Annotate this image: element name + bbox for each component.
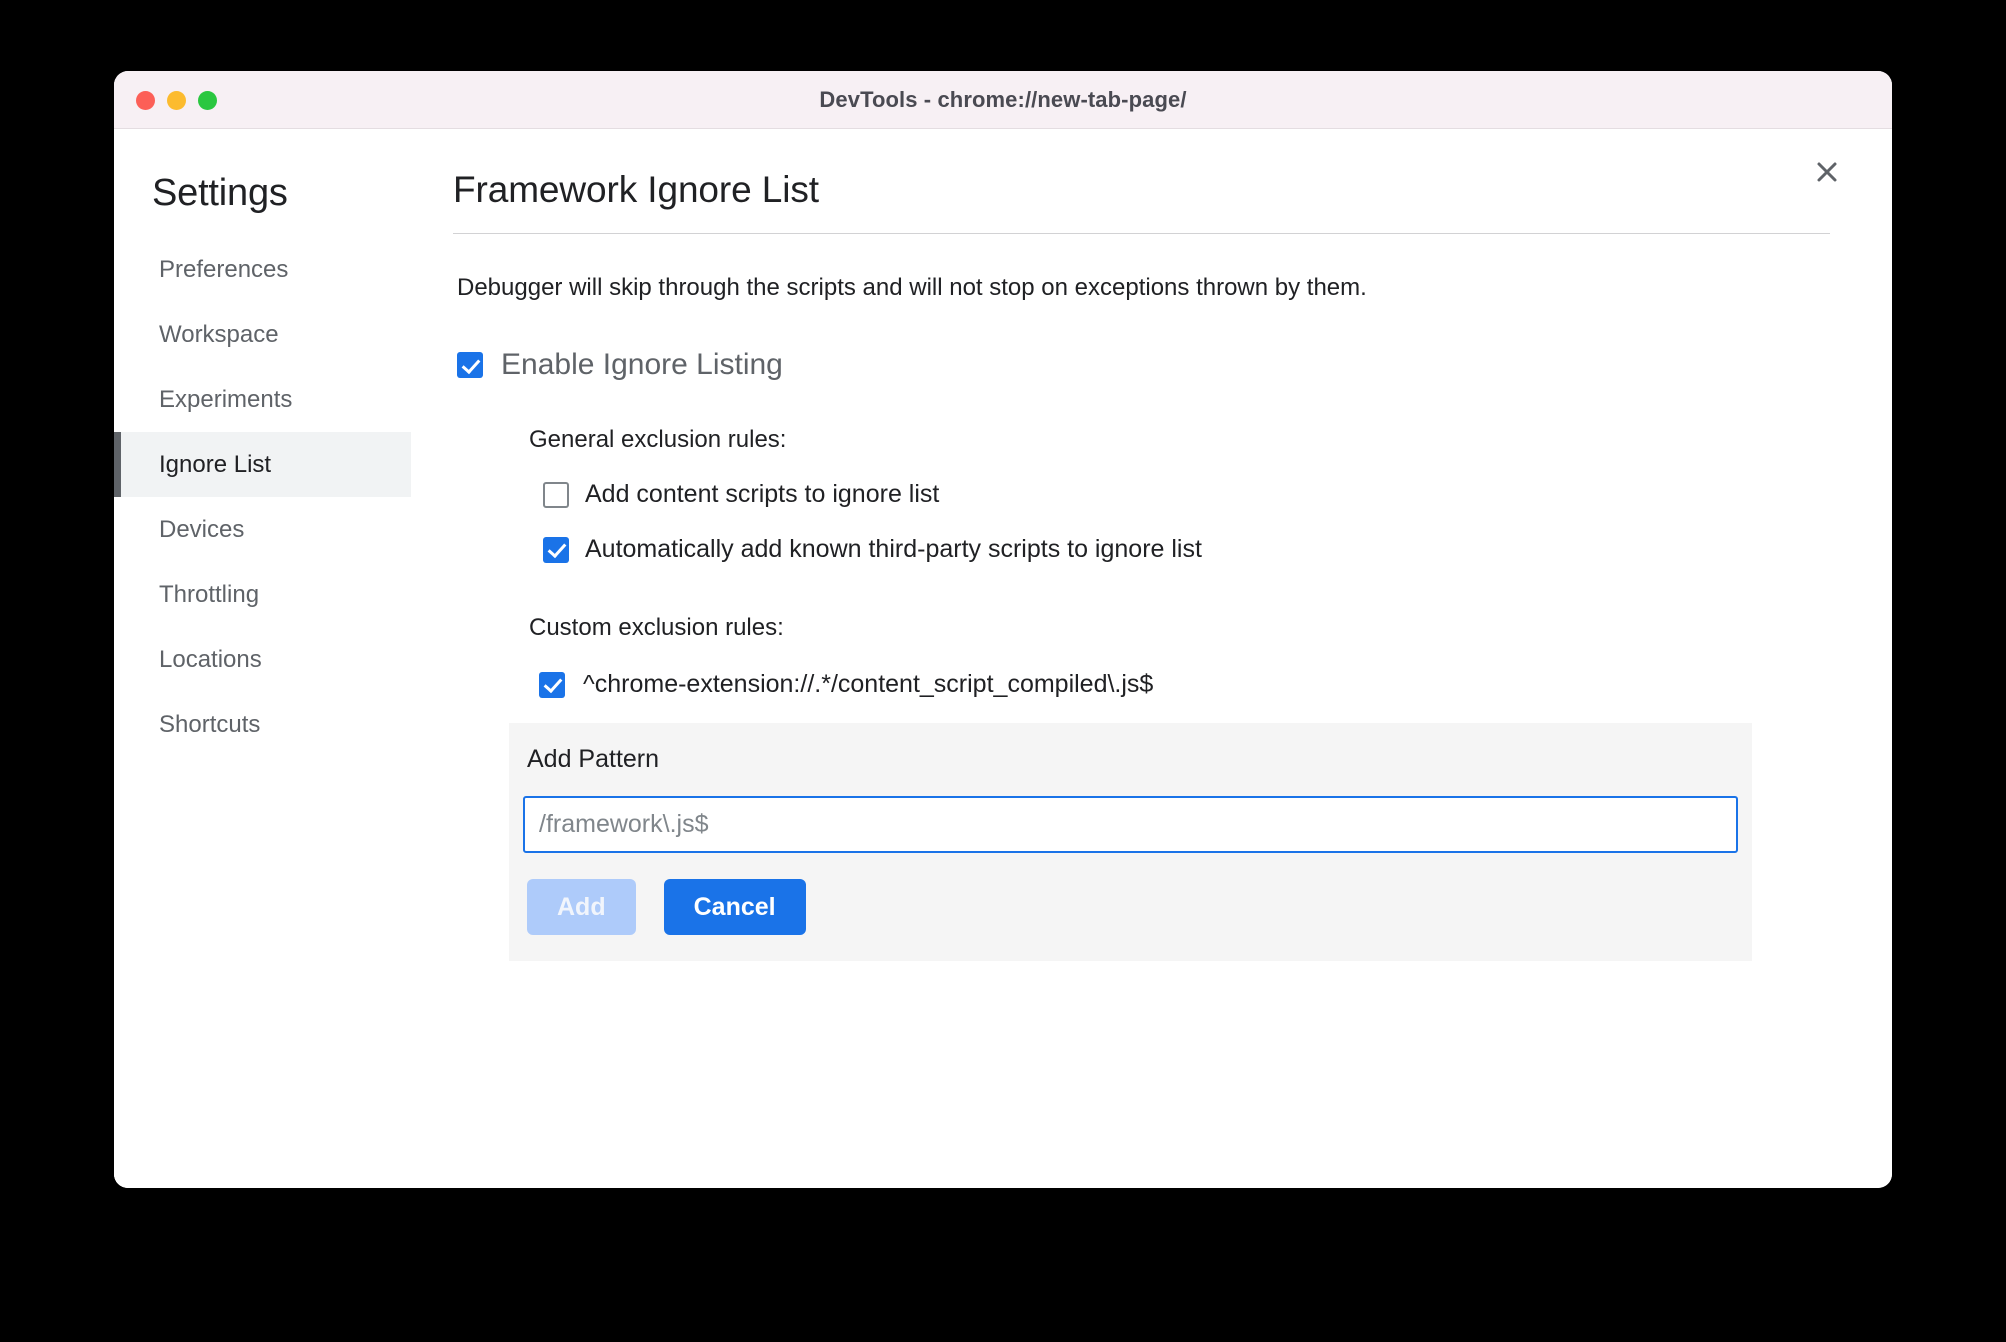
- settings-heading: Settings: [152, 172, 288, 214]
- settings-sidebar: Settings Preferences Workspace Experimen…: [114, 129, 411, 1188]
- sidebar-item-shortcuts[interactable]: Shortcuts: [114, 692, 411, 757]
- settings-main-panel: Framework Ignore List Debugger will skip…: [411, 129, 1892, 1188]
- window-body: Settings Preferences Workspace Experimen…: [114, 129, 1892, 1188]
- auto-third-party-row[interactable]: Automatically add known third-party scri…: [453, 535, 1832, 564]
- sidebar-item-workspace[interactable]: Workspace: [114, 302, 411, 367]
- sidebar-item-locations[interactable]: Locations: [114, 627, 411, 692]
- close-icon[interactable]: [1806, 151, 1848, 193]
- page-title: Framework Ignore List: [453, 169, 819, 210]
- sidebar-item-label: Experiments: [159, 385, 293, 413]
- general-exclusion-rules-label: General exclusion rules:: [529, 426, 787, 454]
- sidebar-item-label: Devices: [159, 515, 245, 543]
- add-content-scripts-checkbox[interactable]: [543, 481, 569, 508]
- add-pattern-input[interactable]: [523, 796, 1738, 854]
- custom-exclusion-rules-label: Custom exclusion rules:: [529, 614, 784, 642]
- cancel-button[interactable]: Cancel: [663, 879, 806, 936]
- custom-pattern-row[interactable]: ^chrome-extension://.*/content_script_co…: [453, 670, 1832, 699]
- panel-description: Debugger will skip through the scripts a…: [457, 274, 1367, 301]
- sidebar-item-experiments[interactable]: Experiments: [114, 367, 411, 432]
- sidebar-item-label: Locations: [159, 645, 262, 673]
- add-content-scripts-row[interactable]: Add content scripts to ignore list: [453, 480, 1832, 509]
- sidebar-item-throttling[interactable]: Throttling: [114, 562, 411, 627]
- sidebar-item-label: Ignore List: [159, 450, 272, 478]
- window-minimize-button[interactable]: [167, 90, 186, 110]
- window-titlebar: DevTools - chrome://new-tab-page/: [114, 71, 1892, 129]
- add-button[interactable]: Add: [527, 879, 636, 936]
- auto-third-party-checkbox[interactable]: [543, 536, 569, 563]
- sidebar-item-preferences[interactable]: Preferences: [114, 237, 411, 302]
- add-content-scripts-label: Add content scripts to ignore list: [585, 480, 940, 509]
- window-maximize-button[interactable]: [198, 90, 217, 110]
- enable-ignore-listing-checkbox[interactable]: [457, 352, 483, 379]
- window-close-button[interactable]: [136, 90, 155, 110]
- sidebar-item-label: Preferences: [159, 255, 289, 283]
- window-title: DevTools - chrome://new-tab-page/: [819, 86, 1187, 112]
- add-pattern-panel: Add Pattern Add Cancel: [509, 723, 1752, 962]
- devtools-window: DevTools - chrome://new-tab-page/ Settin…: [114, 71, 1892, 1188]
- add-pattern-button-row: Add Cancel: [523, 879, 1738, 936]
- sidebar-item-ignore-list[interactable]: Ignore List: [114, 432, 411, 497]
- enable-ignore-listing-label: Enable Ignore Listing: [501, 348, 783, 382]
- auto-third-party-label: Automatically add known third-party scri…: [585, 535, 1202, 564]
- custom-pattern-checkbox[interactable]: [539, 671, 565, 698]
- sidebar-item-devices[interactable]: Devices: [114, 497, 411, 562]
- enable-ignore-listing-row[interactable]: Enable Ignore Listing: [453, 348, 1832, 382]
- sidebar-item-label: Throttling: [159, 580, 260, 608]
- sidebar-item-label: Workspace: [159, 320, 279, 348]
- traffic-lights: [136, 71, 217, 129]
- sidebar-item-label: Shortcuts: [159, 710, 261, 738]
- custom-pattern-label: ^chrome-extension://.*/content_script_co…: [583, 670, 1154, 699]
- add-pattern-label: Add Pattern: [527, 745, 660, 774]
